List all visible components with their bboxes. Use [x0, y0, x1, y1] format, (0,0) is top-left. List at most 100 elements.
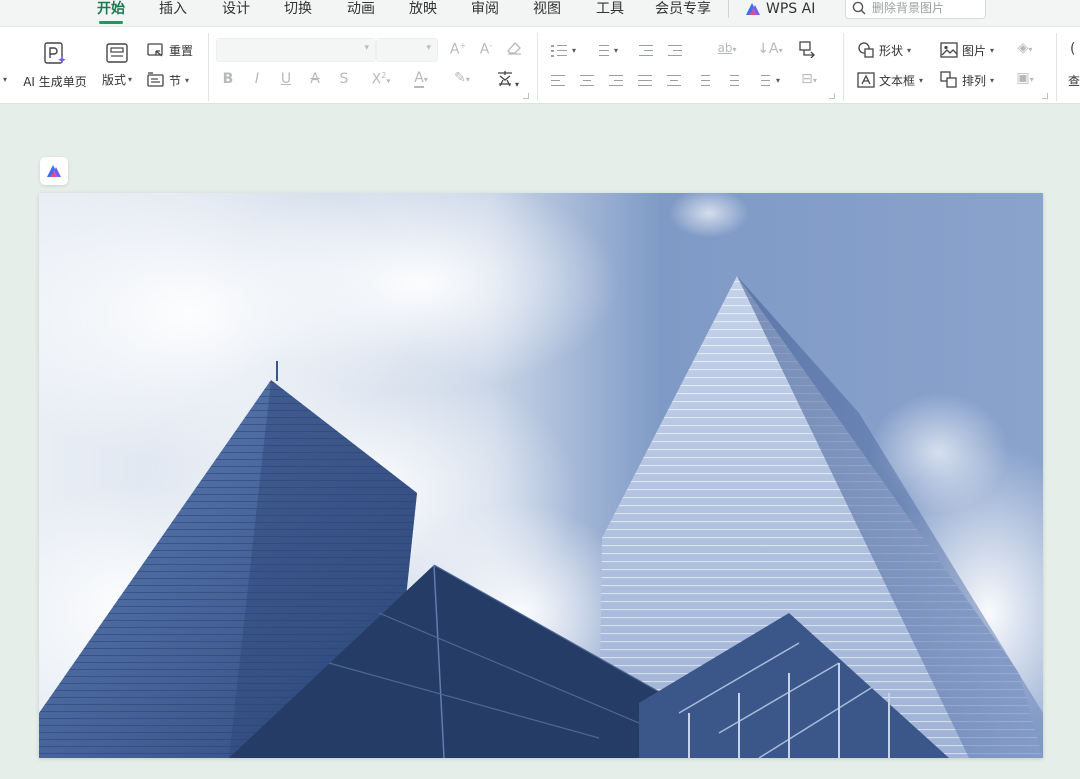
- outline-color-icon[interactable]: ▣▾: [1010, 70, 1040, 86]
- strikethrough-icon[interactable]: A: [304, 71, 326, 87]
- tab-review[interactable]: 审阅: [471, 0, 499, 20]
- tab-design[interactable]: 设计: [222, 0, 250, 20]
- increase-font-size-icon[interactable]: A+: [447, 41, 469, 58]
- line-spacing-icon[interactable]: [693, 73, 713, 89]
- bold-icon[interactable]: B: [217, 71, 239, 87]
- fill-color-icon[interactable]: ◈▾: [1010, 40, 1040, 56]
- tab-transition[interactable]: 切换: [284, 0, 312, 20]
- increase-indent-icon[interactable]: [665, 43, 685, 59]
- shape-chevron-down-icon: ▾: [907, 45, 912, 55]
- slide-canvas[interactable]: [39, 193, 1043, 758]
- reset-button[interactable]: 重置: [147, 39, 193, 61]
- tab-divider: [728, 0, 729, 18]
- layout-label: 版式: [101, 73, 126, 87]
- ribbon-group-divider: [843, 33, 844, 101]
- search-icon: [852, 1, 866, 15]
- textbox-button[interactable]: 文本框 ▾: [857, 69, 923, 91]
- paragraph-spacing-icon[interactable]: [722, 73, 742, 89]
- ribbon-scroll-left-icon[interactable]: ▾: [3, 75, 7, 84]
- skyscraper-photo: [39, 193, 1043, 758]
- ribbon-group-divider: [208, 33, 209, 101]
- chevron-down-icon: ▾: [364, 43, 369, 53]
- picture-icon: [940, 41, 958, 59]
- font-family-select[interactable]: ▾: [216, 38, 376, 62]
- line-spacing-options-icon[interactable]: [753, 73, 773, 89]
- text-align-vertical-icon[interactable]: ⊟▾: [794, 71, 824, 87]
- numbering-icon[interactable]: [592, 43, 612, 59]
- textbox-chevron-down-icon: ▾: [919, 75, 924, 85]
- ai-logo-icon: [46, 164, 62, 178]
- font-color-icon[interactable]: A▾: [406, 70, 436, 88]
- wps-ai-label: WPS AI: [766, 1, 816, 17]
- ribbon-group-divider: [537, 33, 538, 101]
- decrease-font-size-icon[interactable]: A-: [475, 41, 497, 58]
- picture-button[interactable]: 图片 ▾: [940, 39, 994, 61]
- align-left-icon[interactable]: [548, 73, 568, 89]
- find-label[interactable]: 查: [1068, 72, 1080, 89]
- font-size-select[interactable]: ▾: [376, 38, 438, 62]
- reset-label: 重置: [169, 43, 194, 58]
- section-button[interactable]: 节 ▾: [147, 69, 189, 91]
- reset-icon: [147, 42, 165, 58]
- text-shadow-icon[interactable]: S: [333, 71, 355, 87]
- bullets-chevron-down-icon[interactable]: ▾: [572, 46, 576, 55]
- underline-icon[interactable]: U: [275, 71, 297, 87]
- shape-button[interactable]: 形状 ▾: [857, 39, 911, 61]
- line-spacing-chevron-down-icon[interactable]: ▾: [776, 76, 780, 85]
- paragraph-dialog-launcher-icon[interactable]: [829, 93, 835, 99]
- ai-slide-label: AI 生成单页: [23, 75, 87, 89]
- ai-assistant-button[interactable]: [40, 157, 68, 185]
- tab-home[interactable]: 开始: [97, 0, 125, 24]
- section-label: 节: [169, 73, 182, 88]
- ribbon-group-divider: [1056, 33, 1057, 101]
- decrease-indent-icon[interactable]: [636, 43, 656, 59]
- superscript-icon[interactable]: X2▾: [366, 71, 396, 88]
- phonetic-guide-icon[interactable]: ▾: [490, 69, 524, 91]
- picture-label: 图片: [962, 43, 987, 58]
- align-center-icon[interactable]: [577, 73, 597, 89]
- textbox-label: 文本框: [879, 73, 916, 88]
- tab-slideshow[interactable]: 放映: [409, 0, 437, 20]
- arrange-icon: [940, 71, 958, 89]
- shape-label: 形状: [879, 43, 904, 58]
- distribute-icon[interactable]: [664, 73, 684, 89]
- section-icon: [147, 72, 165, 88]
- drawing-dialog-launcher-icon[interactable]: [1042, 93, 1048, 99]
- font-dialog-launcher-icon[interactable]: [523, 93, 529, 99]
- tab-animation[interactable]: 动画: [347, 0, 375, 20]
- align-right-icon[interactable]: [606, 73, 626, 89]
- layout-chevron-down-icon: ▾: [128, 75, 133, 84]
- numbering-chevron-down-icon[interactable]: ▾: [614, 46, 618, 55]
- arrange-chevron-down-icon: ▾: [990, 75, 995, 85]
- search-box[interactable]: [845, 0, 986, 19]
- highlight-icon[interactable]: ✎▾: [447, 70, 477, 86]
- tab-view[interactable]: 视图: [533, 0, 561, 20]
- menu-tab-bar: 开始 插入 设计 切换 动画 放映 审阅 视图 工具 会员专享 WPS AI: [0, 0, 1080, 26]
- wps-ai-tab[interactable]: WPS AI: [745, 0, 815, 18]
- textbox-icon: [857, 71, 875, 89]
- section-chevron-down-icon: ▾: [185, 75, 190, 85]
- justify-icon[interactable]: [635, 73, 655, 89]
- arrange-label: 排列: [962, 73, 987, 88]
- ribbon-toolbar: ▾ AI 生成单页 版式 ▾ 重置 节 ▾ ▾ ▾ A+ A- B I U A …: [0, 26, 1080, 104]
- shape-icon: [857, 41, 875, 59]
- ai-slide-icon: [42, 41, 68, 67]
- bullets-icon[interactable]: [550, 43, 570, 59]
- picture-chevron-down-icon: ▾: [990, 45, 995, 55]
- tab-insert[interactable]: 插入: [159, 0, 187, 20]
- clear-format-icon[interactable]: [503, 40, 525, 60]
- chevron-down-icon: ▾: [426, 43, 431, 53]
- ai-generate-slide-button[interactable]: AI 生成单页: [22, 41, 88, 90]
- text-direction-icon[interactable]: ab▾: [712, 41, 742, 55]
- convert-smartart-icon[interactable]: [796, 40, 818, 62]
- wps-ai-logo-icon: [745, 2, 761, 16]
- search-input[interactable]: [872, 1, 982, 15]
- layout-button[interactable]: 版式 ▾: [98, 41, 136, 88]
- tab-member[interactable]: 会员专享: [655, 0, 711, 20]
- arrange-button[interactable]: 排列 ▾: [940, 69, 994, 91]
- tab-tools[interactable]: 工具: [596, 0, 624, 20]
- sort-icon[interactable]: ↓A▾: [755, 41, 785, 57]
- find-icon[interactable]: (: [1070, 41, 1075, 57]
- layout-icon: [105, 41, 129, 65]
- italic-icon[interactable]: I: [246, 71, 268, 87]
